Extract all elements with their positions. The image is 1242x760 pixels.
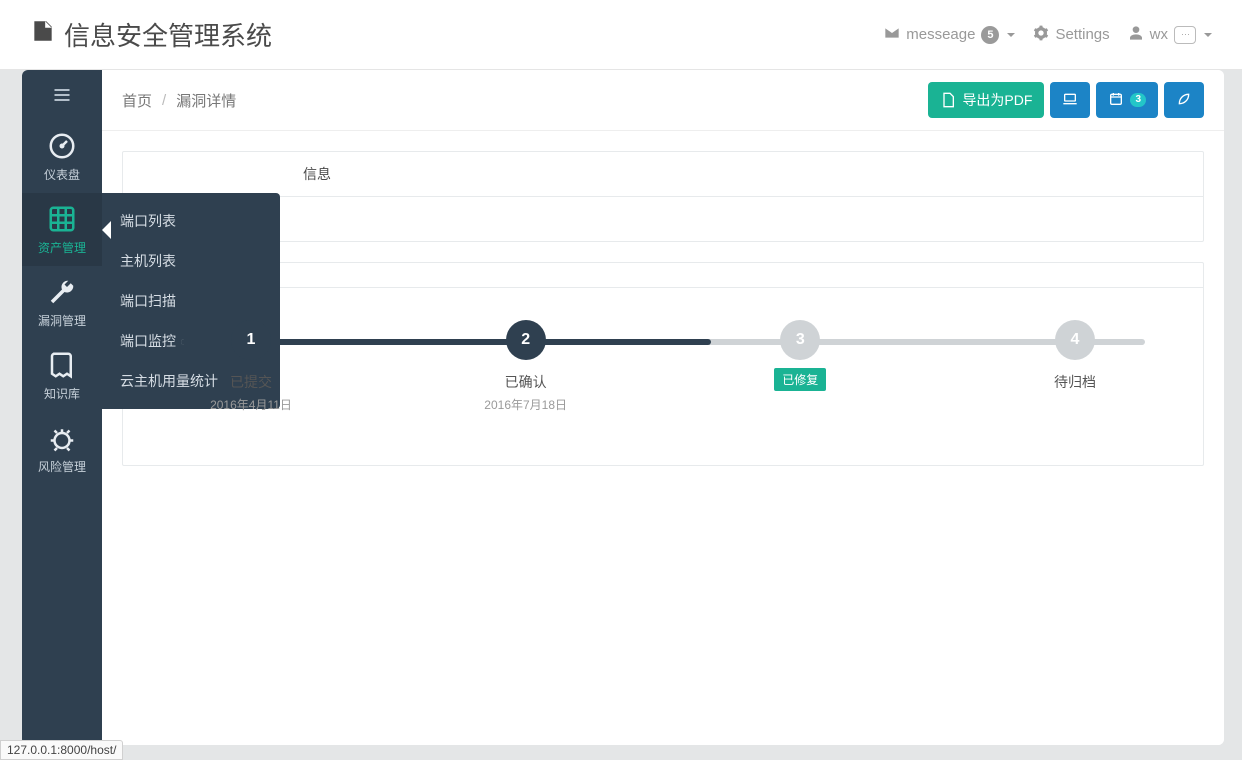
- step-number: 1: [231, 320, 271, 360]
- panel-body: [123, 197, 1203, 241]
- messages-menu[interactable]: messeage 5: [884, 25, 1015, 45]
- leaf-button[interactable]: [1164, 82, 1204, 118]
- step-date: 2016年4月11日: [210, 396, 292, 413]
- export-pdf-button[interactable]: 导出为PDF: [928, 82, 1044, 118]
- step-date: 2016年7月18日: [484, 396, 567, 413]
- submenu-item[interactable]: 端口列表: [102, 201, 280, 241]
- sidebar-item-risk[interactable]: 风险管理: [22, 412, 102, 485]
- messages-badge: 5: [981, 26, 999, 44]
- user-icon: [1128, 25, 1144, 45]
- sidebar-item-label: 资产管理: [38, 239, 86, 256]
- grid-icon: [46, 203, 78, 235]
- step-number: 3: [780, 320, 820, 360]
- sidebar-item-label: 仪表盘: [44, 166, 80, 183]
- breadcrumb: 首页 / 漏洞详情: [122, 90, 236, 111]
- laptop-button[interactable]: [1050, 82, 1090, 118]
- caret-down-icon: [1007, 33, 1015, 37]
- dashboard-icon: [46, 130, 78, 162]
- panel-body: 1 已提交 2016年4月11日 2 已确认 2016年7月18日 3 已修复: [123, 288, 1203, 465]
- breadcrumb-sep: /: [162, 92, 166, 109]
- calendar-button[interactable]: 3: [1096, 82, 1158, 118]
- toolbar: 导出为PDF 3: [928, 82, 1204, 118]
- panel-progress: 1 已提交 2016年4月11日 2 已确认 2016年7月18日 3 已修复: [122, 262, 1204, 466]
- sidebar-item-label: 漏洞管理: [38, 312, 86, 329]
- sidebar-item-assets[interactable]: 资产管理 端口列表 主机列表 端口扫描 端口监控 云主机用量统计: [22, 193, 102, 266]
- sidebar-toggle[interactable]: [22, 70, 102, 120]
- breadcrumb-home[interactable]: 首页: [122, 90, 152, 111]
- messages-label: messeage: [906, 26, 975, 43]
- submenu-item[interactable]: 端口扫描: [102, 281, 280, 321]
- leaf-icon: [1176, 91, 1192, 110]
- sidebar-item-dashboard[interactable]: 仪表盘: [22, 120, 102, 193]
- step-tag: 已修复: [774, 368, 826, 391]
- step-4: 4 待归档: [1005, 320, 1145, 392]
- submenu-item[interactable]: 主机列表: [102, 241, 280, 281]
- keyboard-icon: ⋯: [1174, 26, 1196, 44]
- step-title: 已提交: [230, 372, 272, 392]
- app-header: 信息安全管理系统 messeage 5 Settings wx ⋯: [0, 0, 1242, 70]
- breadcrumb-current: 漏洞详情: [176, 90, 236, 111]
- topbar: 首页 / 漏洞详情 导出为PDF: [102, 70, 1224, 131]
- shield-icon: [30, 18, 56, 51]
- step-number: 4: [1055, 320, 1095, 360]
- settings-label: Settings: [1055, 26, 1109, 43]
- calendar-badge: 3: [1130, 93, 1146, 107]
- book-icon: [46, 349, 78, 381]
- step-title: 已确认: [505, 372, 547, 392]
- user-menu[interactable]: wx ⋯: [1128, 25, 1212, 45]
- caret-down-icon: [1204, 33, 1212, 37]
- wrench-icon: [46, 276, 78, 308]
- step-wizard: 1 已提交 2016年4月11日 2 已确认 2016年7月18日 3 已修复: [181, 320, 1145, 413]
- app-logo: 信息安全管理系统: [30, 16, 272, 53]
- app-title: 信息安全管理系统: [64, 16, 272, 53]
- panel-heading: 信息: [123, 152, 1203, 197]
- settings-link[interactable]: Settings: [1033, 25, 1109, 45]
- calendar-icon: [1108, 91, 1124, 110]
- sidebar-item-vuln[interactable]: 漏洞管理: [22, 266, 102, 339]
- envelope-icon: [884, 25, 900, 45]
- main-area: 首页 / 漏洞详情 导出为PDF: [102, 70, 1224, 745]
- sidebar-item-label: 知识库: [44, 385, 80, 402]
- panel-title-fragment: 信息: [303, 166, 331, 182]
- username: wx: [1150, 26, 1168, 43]
- sidebar-item-kb[interactable]: 知识库: [22, 339, 102, 412]
- laptop-icon: [1062, 91, 1078, 110]
- gear-icon: [1033, 25, 1049, 45]
- step-1: 1 已提交 2016年4月11日: [181, 320, 321, 413]
- step-number: 2: [506, 320, 546, 360]
- status-url: 127.0.0.1:8000/host/: [0, 740, 123, 760]
- export-pdf-label: 导出为PDF: [962, 90, 1032, 110]
- sidebar-item-label: 风险管理: [38, 458, 86, 475]
- app-shell: 仪表盘 资产管理 端口列表 主机列表 端口扫描 端口监控 云主机用量统计 漏洞管…: [22, 70, 1224, 745]
- bug-icon: [46, 422, 78, 454]
- step-title: 待归档: [1054, 372, 1096, 392]
- panel-heading: [123, 263, 1203, 288]
- panel-info: 信息: [122, 151, 1204, 242]
- sidebar: 仪表盘 资产管理 端口列表 主机列表 端口扫描 端口监控 云主机用量统计 漏洞管…: [22, 70, 102, 745]
- step-3: 3 已修复: [730, 320, 870, 391]
- step-2: 2 已确认 2016年7月18日: [456, 320, 596, 413]
